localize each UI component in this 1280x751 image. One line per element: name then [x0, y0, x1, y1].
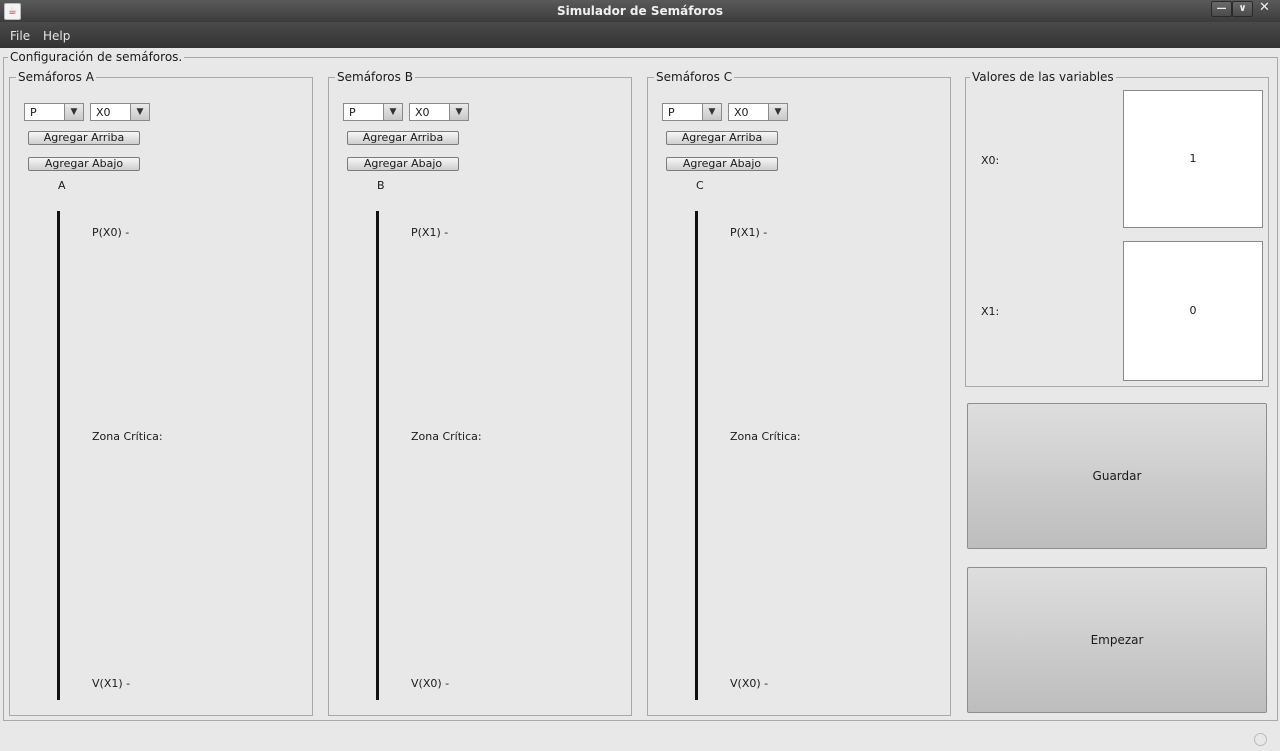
top-operation: P(X1) - — [411, 226, 449, 239]
process-name: C — [696, 179, 704, 192]
status-indicator-icon — [1254, 733, 1267, 746]
variable-value-x0[interactable]: 1 — [1123, 90, 1263, 228]
process-name: B — [377, 179, 385, 192]
semaphore-panel-a: Semáforos A — [9, 70, 313, 716]
top-operation: P(X0) - — [92, 226, 130, 239]
semaphore-panel-b: Semáforos B — [328, 70, 632, 716]
bottom-operation: V(X0) - — [730, 677, 769, 690]
process-timeline — [376, 211, 379, 700]
variable-label-x0: X0: — [981, 154, 1000, 167]
variable-label-x1: X1: — [981, 305, 1000, 318]
operation-select[interactable]: P ▼ — [343, 103, 403, 121]
critical-zone: Zona Crítica: — [92, 430, 163, 443]
process-name: A — [58, 179, 66, 192]
chevron-down-icon[interactable]: ▼ — [449, 104, 468, 120]
variable-select[interactable]: X0 ▼ — [409, 103, 469, 121]
chevron-down-icon[interactable]: ▼ — [383, 104, 402, 120]
process-timeline — [695, 211, 698, 700]
process-timeline — [57, 211, 60, 700]
add-top-button[interactable]: Agregar Arriba — [28, 131, 140, 145]
bottom-operation: V(X1) - — [92, 677, 131, 690]
minimize-button[interactable]: — — [1211, 1, 1232, 17]
panel-legend: Semáforos B — [335, 70, 415, 84]
chevron-down-icon[interactable]: ▼ — [130, 104, 149, 120]
panel-legend: Semáforos C — [654, 70, 735, 84]
menu-help[interactable]: Help — [43, 29, 70, 43]
operation-value: P — [30, 106, 37, 119]
chevron-down-icon[interactable]: ▼ — [64, 104, 83, 120]
operation-value: P — [668, 106, 675, 119]
window-title: Simulador de Semáforos — [556, 4, 723, 18]
top-operation: P(X1) - — [730, 226, 768, 239]
operation-select[interactable]: P ▼ — [662, 103, 722, 121]
add-top-button[interactable]: Agregar Arriba — [347, 131, 459, 145]
variable-select[interactable]: X0 ▼ — [90, 103, 150, 121]
config-legend: Configuración de semáforos. — [8, 50, 185, 64]
chevron-down-icon[interactable]: ▼ — [768, 104, 787, 120]
title-bar: ☕ Simulador de Semáforos — ∨ ✕ — [0, 0, 1280, 22]
operation-select[interactable]: P ▼ — [24, 103, 84, 121]
bottom-operation: V(X0) - — [411, 677, 450, 690]
close-button[interactable]: ✕ — [1255, 1, 1274, 15]
panel-legend: Semáforos A — [16, 70, 96, 84]
variable-value: X0 — [415, 106, 430, 119]
menu-file[interactable]: File — [10, 29, 30, 43]
variable-value: X0 — [734, 106, 749, 119]
critical-zone: Zona Crítica: — [730, 430, 801, 443]
maximize-button[interactable]: ∨ — [1232, 1, 1253, 17]
variables-legend: Valores de las variables — [970, 70, 1116, 84]
add-top-button[interactable]: Agregar Arriba — [666, 131, 778, 145]
variable-select[interactable]: X0 ▼ — [728, 103, 788, 121]
critical-zone: Zona Crítica: — [411, 430, 482, 443]
variable-value-x1[interactable]: 0 — [1123, 241, 1263, 381]
add-bottom-button[interactable]: Agregar Abajo — [666, 157, 778, 171]
add-bottom-button[interactable]: Agregar Abajo — [28, 157, 140, 171]
variable-value: X0 — [96, 106, 111, 119]
semaphore-panel-c: Semáforos C — [647, 70, 951, 716]
add-bottom-button[interactable]: Agregar Abajo — [347, 157, 459, 171]
save-button[interactable]: Guardar — [967, 403, 1267, 549]
chevron-down-icon[interactable]: ▼ — [702, 104, 721, 120]
menu-bar: File Help — [0, 22, 1280, 48]
start-button[interactable]: Empezar — [967, 567, 1267, 713]
operation-value: P — [349, 106, 356, 119]
